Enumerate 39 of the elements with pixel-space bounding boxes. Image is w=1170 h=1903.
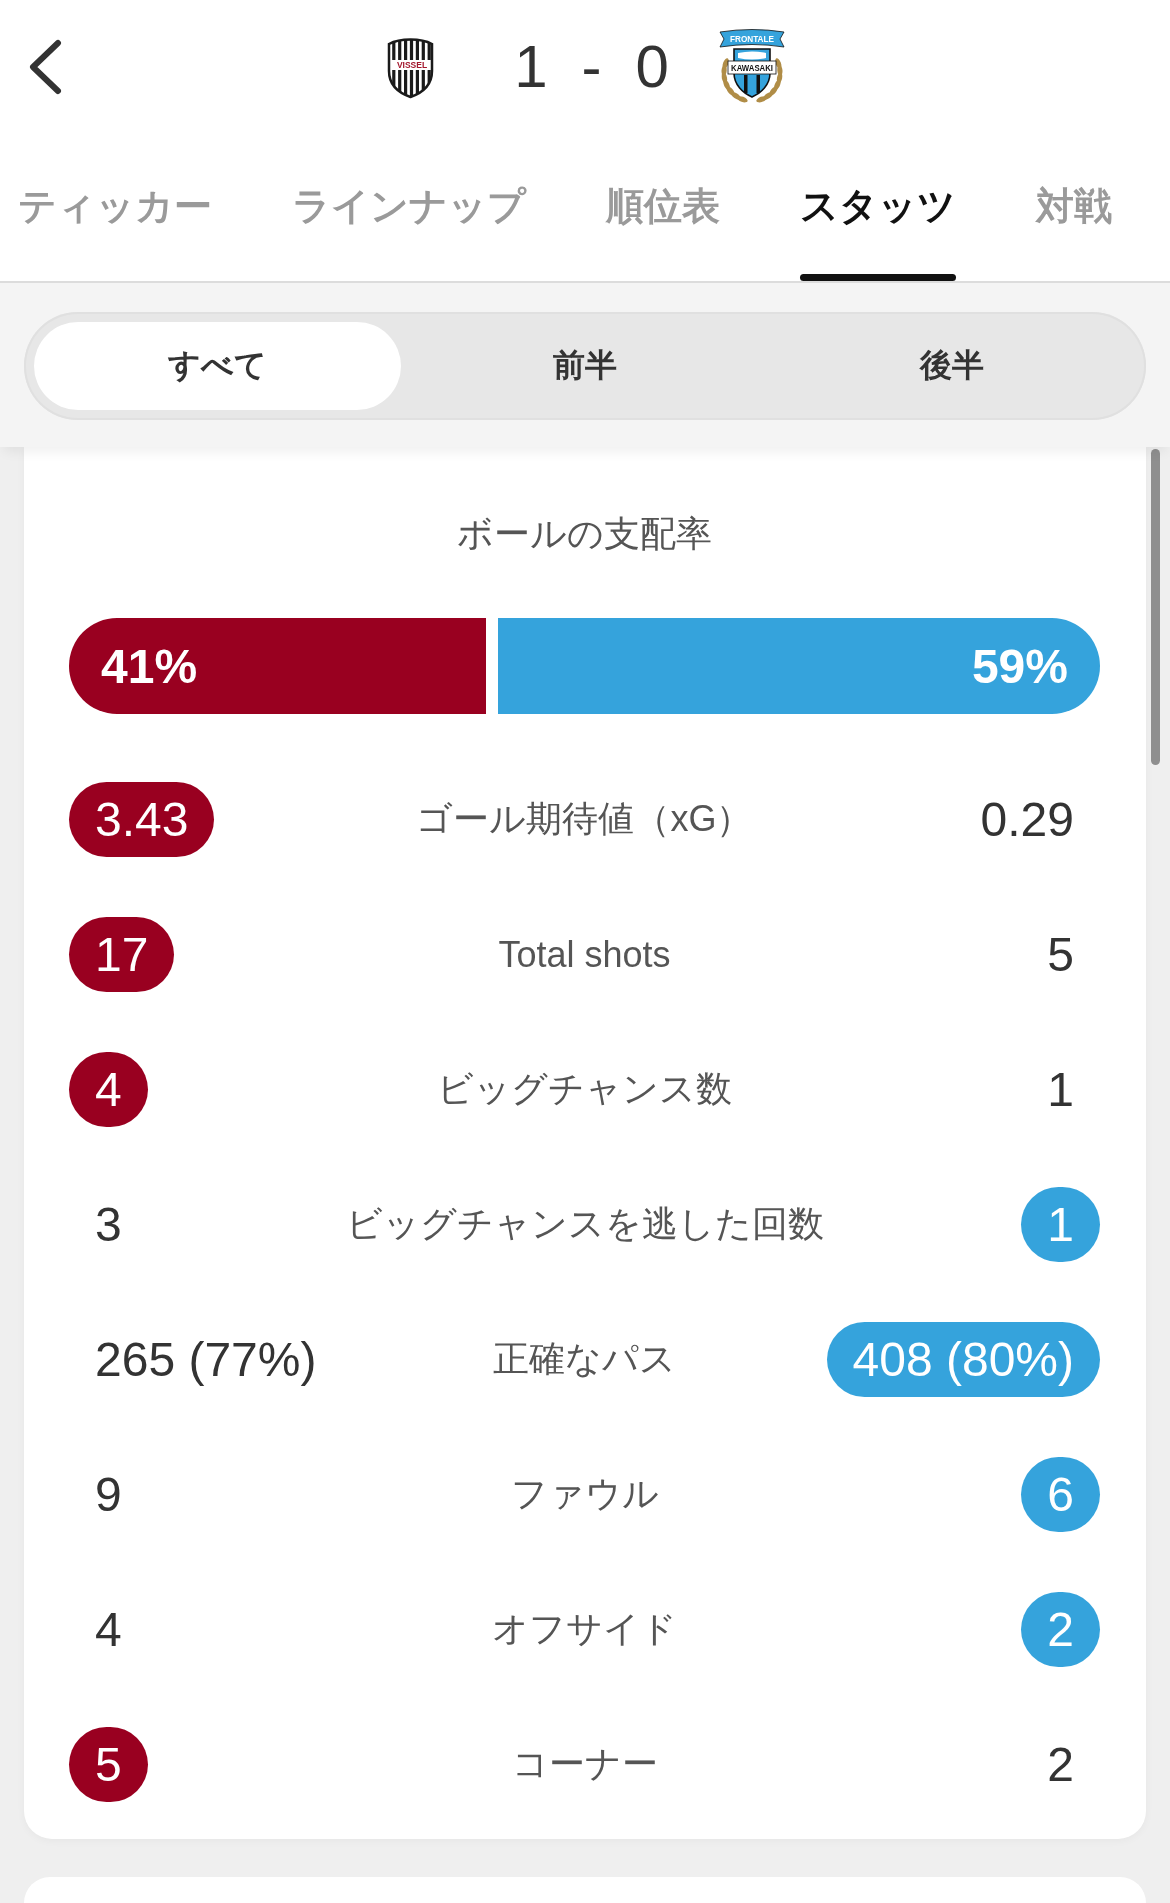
possession-bar-segment: 41% (69, 618, 486, 714)
stat-value: 3 (94, 1197, 123, 1253)
stat-label: コーナー (511, 1742, 658, 1786)
highlighted-stat-value: 17 (69, 917, 175, 992)
stat-value: 1 (1046, 1062, 1075, 1118)
stat-title: ボールの支配率 (457, 512, 712, 556)
possession-bar-segment: 59% (497, 618, 1100, 714)
home-score: 1 (514, 37, 548, 97)
stat-value: 9 (94, 1467, 123, 1523)
tab[interactable]: スタッツ (800, 178, 956, 281)
back-icon (27, 39, 63, 95)
stat-label: ビッグチャンス数 (437, 1067, 732, 1111)
highlighted-stat-value: 5 (69, 1727, 148, 1802)
stat-label: オフサイド (492, 1607, 677, 1651)
stat-label: Total shots (498, 933, 671, 976)
highlighted-stat-value: 2 (1021, 1592, 1100, 1667)
stat-value: 265 (77%) (94, 1332, 318, 1388)
stat-label: ファウル (510, 1472, 659, 1516)
highlighted-stat-value: 1 (1021, 1187, 1100, 1262)
crest-text: VISSEL (397, 60, 428, 71)
highlighted-stat-value: 6 (1021, 1457, 1100, 1532)
highlighted-stat-value: 3.43 (69, 782, 215, 857)
stat-value: 5 (1046, 927, 1075, 983)
period-tab[interactable]: 前半 (401, 322, 769, 410)
back-button[interactable] (27, 39, 63, 95)
crest-text: KAWASAKI (730, 62, 777, 73)
period-tab[interactable]: 後半 (768, 322, 1136, 410)
highlighted-stat-value: 4 (69, 1052, 148, 1127)
period-tab[interactable]: すべて (34, 322, 402, 410)
stat-label: ビッグチャンスを逃した回数 (345, 1202, 824, 1246)
away-score: 0 (635, 37, 669, 97)
score-separator: - (581, 37, 602, 97)
highlighted-stat-value: 408 (80%) (826, 1322, 1100, 1397)
stat-label: ゴール期待値（xG） (416, 797, 753, 841)
stat-label: 正確なパス (493, 1337, 676, 1381)
stat-value: 0.29 (979, 792, 1075, 848)
stat-value: 2 (1046, 1737, 1075, 1793)
crest-text: FRONTALE (729, 34, 776, 45)
stat-value: 4 (94, 1602, 123, 1658)
